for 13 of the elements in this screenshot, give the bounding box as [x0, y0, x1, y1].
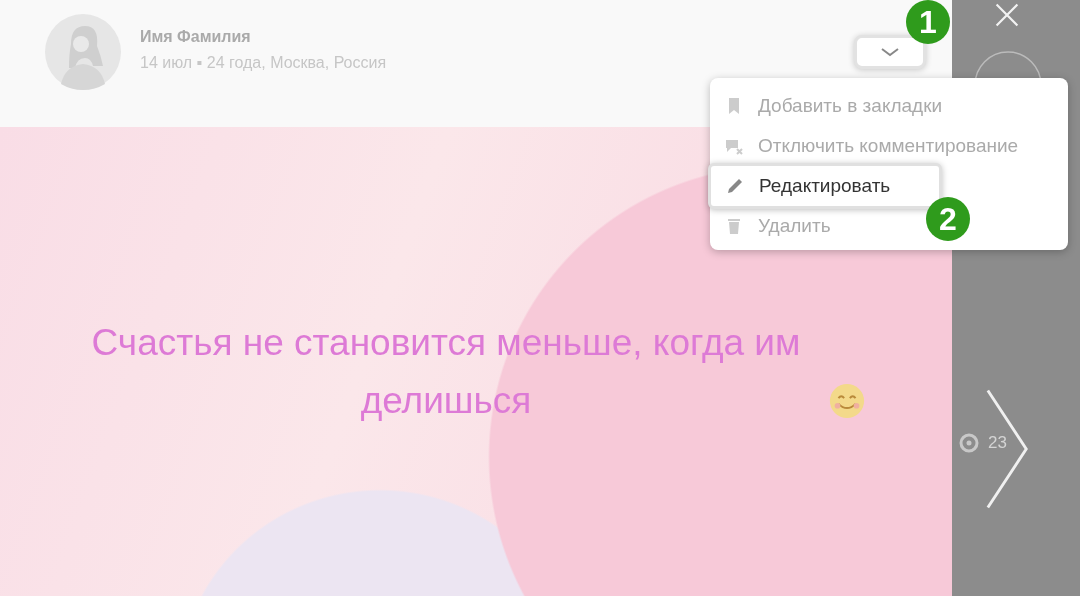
pencil-icon — [725, 176, 745, 196]
menu-item[interactable]: Отключить комментирование — [710, 126, 1027, 166]
menu-item[interactable]: Редактировать — [708, 163, 942, 209]
menu-item[interactable]: Удалить — [710, 206, 839, 246]
eye-icon — [958, 432, 980, 454]
author-name[interactable]: Имя Фамилия — [140, 28, 387, 46]
chevron-down-icon — [879, 46, 901, 58]
dropdown-button[interactable] — [854, 35, 926, 69]
smiley-icon — [828, 381, 866, 420]
menu-item[interactable]: Добавить в закладки — [710, 86, 951, 126]
views-count: 23 — [988, 433, 1007, 453]
post-text: Счастья не становится меньше, когда им делишься — [90, 320, 802, 423]
close-icon[interactable] — [994, 2, 1020, 28]
